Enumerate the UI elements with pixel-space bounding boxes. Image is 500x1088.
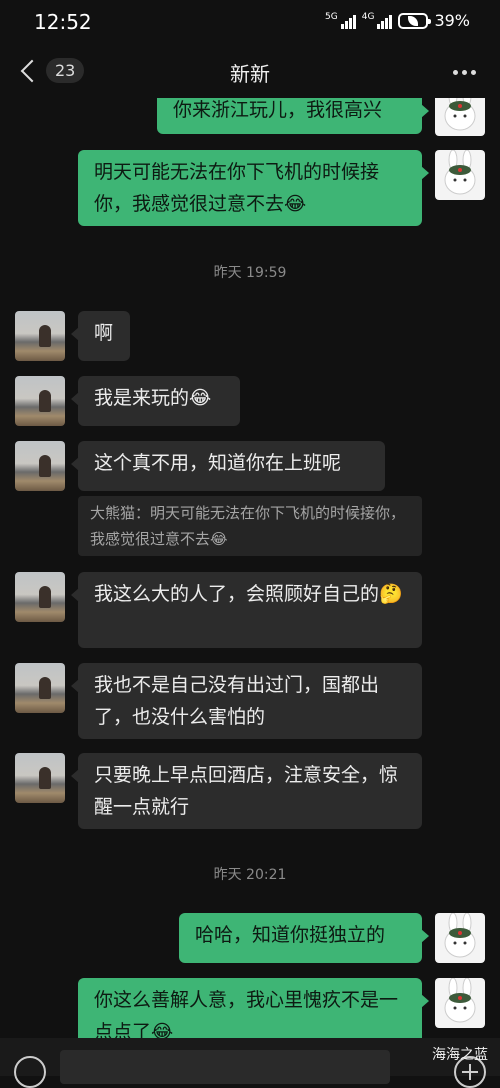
my-message[interactable]: 你来浙江玩儿，我很高兴 — [157, 98, 429, 134]
my-avatar[interactable] — [435, 913, 485, 963]
message-list[interactable]: 你来浙江玩儿，我很高兴 明天可能无法在你下飞机的时候接你，我感觉很过意不去😂 昨… — [0, 98, 500, 1038]
my-message[interactable]: 哈哈，知道你挺独立的 — [179, 913, 429, 963]
quoted-reply[interactable]: 大熊猫：明天可能无法在你下飞机的时候接你，我感觉很过意不去😂 — [78, 496, 422, 556]
more-dots-icon[interactable] — [453, 70, 476, 75]
contact-avatar[interactable] — [15, 441, 65, 491]
contact-message[interactable]: 我这么大的人了，会照顾好自己的🤔 — [71, 572, 422, 648]
network-5g-label: 5G — [325, 11, 338, 22]
contact-message[interactable]: 我是来玩的😂 — [71, 376, 240, 426]
signal-5g-icon: 5G — [325, 11, 356, 29]
contact-message[interactable]: 我也不是自己没有出过门，国都出了，也没什么害怕的 — [71, 663, 422, 739]
chat-title: 新新 — [230, 62, 270, 86]
my-avatar[interactable] — [435, 978, 485, 1028]
contact-avatar[interactable] — [15, 572, 65, 622]
watermark: 海海之蓝 — [432, 1047, 488, 1063]
voice-icon[interactable] — [14, 1056, 46, 1088]
my-avatar[interactable] — [435, 98, 485, 136]
status-time: 12:52 — [34, 10, 92, 34]
input-bar — [0, 1038, 500, 1088]
my-message[interactable]: 你这么善解人意，我心里愧疚不是一点点了😂 — [78, 978, 429, 1038]
status-bar: 12:52 5G 4G 39% — [0, 0, 500, 46]
my-message[interactable]: 明天可能无法在你下飞机的时候接你，我感觉很过意不去😂 — [78, 150, 429, 226]
contact-message[interactable]: 只要晚上早点回酒店，注意安全，惊醒一点就行 — [71, 753, 422, 829]
contact-message[interactable]: 啊 — [71, 311, 130, 361]
my-avatar[interactable] — [435, 150, 485, 200]
contact-avatar[interactable] — [15, 663, 65, 713]
battery-percent: 39% — [434, 11, 470, 30]
timestamp: 昨天 19:59 — [213, 265, 287, 281]
contact-avatar[interactable] — [15, 311, 65, 361]
contact-message[interactable]: 这个真不用，知道你在上班呢 — [71, 441, 385, 491]
timestamp: 昨天 20:21 — [213, 867, 287, 883]
battery-icon — [398, 12, 432, 29]
message-input[interactable] — [60, 1050, 390, 1084]
signal-4g-icon: 4G — [361, 11, 393, 29]
network-4g-label: 4G — [361, 11, 375, 22]
contact-avatar[interactable] — [15, 376, 65, 426]
chat-header: 23 新新 — [0, 46, 500, 98]
status-indicators: 5G 4G 39% — [325, 11, 470, 30]
contact-avatar[interactable] — [15, 753, 65, 803]
